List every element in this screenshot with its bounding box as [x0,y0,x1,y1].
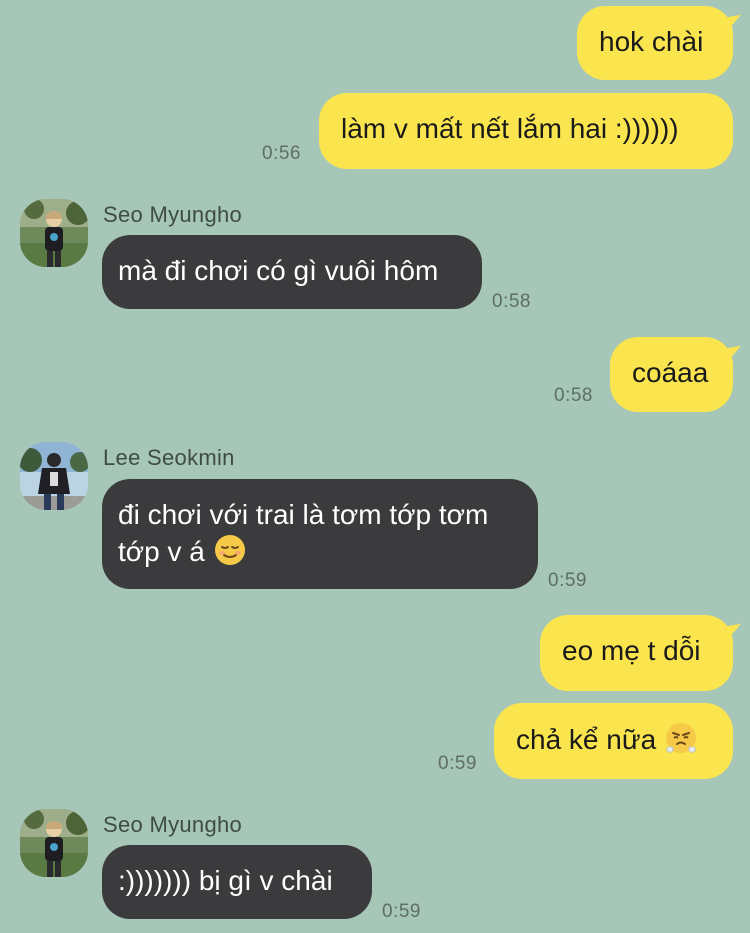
avatar-image [20,809,88,877]
message-text: eo mẹ t dỗi [562,635,701,666]
message-bubble-mine[interactable]: coáaa [610,337,733,412]
message-text-line-2: tớp v á [118,533,522,570]
message-time: 0:59 [382,901,421,922]
message-time: 0:59 [438,753,477,774]
message-bubble-theirs[interactable]: mà đi chơi có gì vuôi hôm [102,235,482,309]
avatar-image [20,442,88,510]
message-bubble-theirs[interactable]: đi chơi với trai là tơm tớp tơm tớp v á [102,479,538,589]
message-text: tớp v á [118,536,205,567]
message-text: mà đi chơi có gì vuôi hôm [118,255,439,286]
message-text: làm v mất nết lắm hai :)))))) [341,113,679,144]
avatar-lee-seokmin[interactable] [20,442,88,510]
message-bubble-theirs[interactable]: :))))))) bị gì v chài [102,845,372,919]
message-text-line: đi chơi với trai là tơm tớp tơm [118,499,489,530]
avatar-seo-myungho[interactable] [20,199,88,267]
message-text: :))))))) bị gì v chài [118,865,333,896]
message-bubble-mine[interactable]: làm v mất nết lắm hai :)))))) [319,93,733,169]
sender-name: Seo Myungho [103,202,243,227]
relieved-face-icon [213,533,247,567]
message-bubble-mine[interactable]: hok chài [577,6,733,80]
avatar-image [20,199,88,267]
message-bubble-mine[interactable]: eo mẹ t dỗi [540,615,733,691]
message-bubble-mine[interactable]: chả kể nữa [494,703,733,779]
message-text: coáaa [632,357,709,388]
message-time: 0:56 [262,143,301,164]
message-time: 0:58 [492,291,531,312]
message-text: chả kể nữa [516,724,657,755]
avatar-seo-myungho[interactable] [20,809,88,877]
steam-from-nose-face-icon [664,721,698,755]
sender-name: Lee Seokmin [103,445,235,470]
message-time: 0:59 [548,570,587,591]
message-text: hok chài [599,26,704,57]
message-time: 0:58 [554,385,593,406]
sender-name: Seo Myungho [103,812,243,837]
